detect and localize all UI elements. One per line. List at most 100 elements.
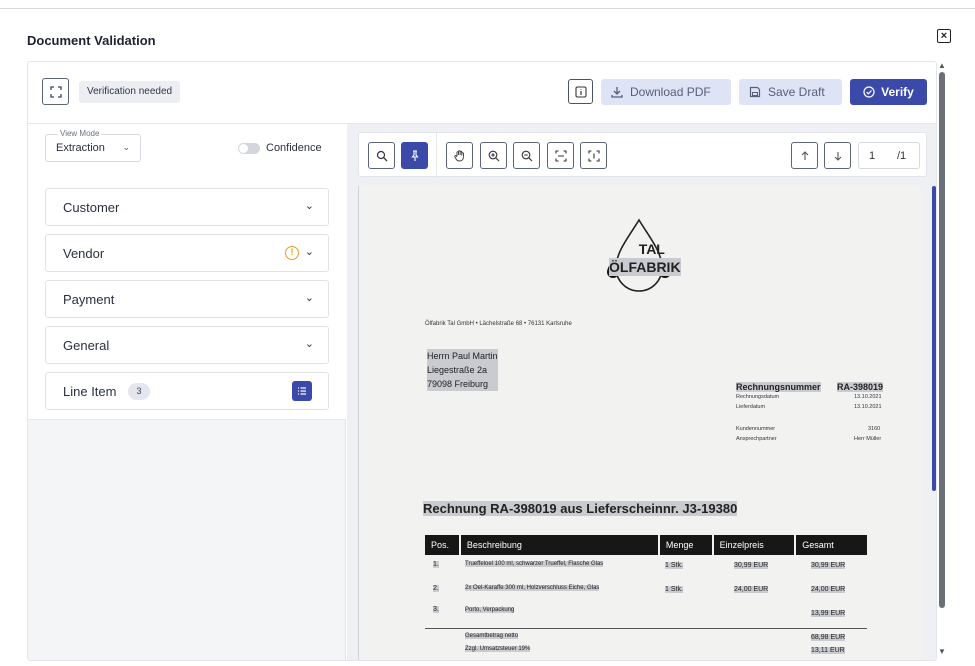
warning-icon: ! bbox=[285, 246, 299, 260]
arrow-down-icon bbox=[834, 151, 841, 161]
sender-line: Ölfabrik Tal GmbH • Lächelstraße 68 • 76… bbox=[425, 321, 572, 327]
scroll-up-icon[interactable]: ▲ bbox=[938, 61, 946, 70]
view-mode-select[interactable]: View Mode Extraction ⌄ bbox=[45, 129, 141, 162]
view-mode-value: Extraction bbox=[56, 142, 105, 154]
row-description: Trueffeloel 100 ml, schwarzer Trueffel, … bbox=[465, 561, 604, 567]
total-pages: /1 bbox=[897, 150, 907, 162]
zoom-in-button[interactable] bbox=[480, 142, 507, 169]
logo-line-2: ÖLFABRIK bbox=[609, 258, 681, 276]
pin-icon bbox=[410, 149, 419, 161]
download-icon bbox=[611, 87, 623, 98]
close-button[interactable]: × bbox=[937, 29, 951, 43]
section-vendor[interactable]: Vendor ! ⌄ bbox=[45, 234, 329, 272]
viewer-toolbar: 1 /1 bbox=[358, 132, 927, 178]
chevron-down-icon: ⌄ bbox=[304, 246, 314, 258]
fit-page-icon bbox=[587, 149, 600, 162]
logo-line-1: TAL bbox=[638, 241, 665, 257]
list-icon bbox=[298, 387, 306, 395]
view-mode-label: View Mode bbox=[58, 129, 102, 138]
confidence-toggle[interactable] bbox=[238, 143, 260, 154]
row-description: Porto, Verpackung bbox=[465, 607, 515, 613]
zoom-in-icon bbox=[488, 150, 499, 161]
section-general[interactable]: General ⌄ bbox=[45, 326, 329, 364]
current-page: 1 bbox=[869, 150, 876, 162]
row-unit-price: 30,99 EUR bbox=[734, 562, 769, 569]
recipient-line: Herrn Paul Martin bbox=[427, 349, 498, 363]
sidebar-content: View Mode Extraction ⌄ Confidence Custom… bbox=[28, 124, 346, 420]
toolbar-separator bbox=[436, 133, 437, 178]
fit-page-button[interactable] bbox=[580, 142, 607, 169]
contact-label: Ansprechpartner bbox=[736, 436, 777, 442]
customer-number-label: Kundennummer bbox=[736, 426, 776, 432]
next-page-button[interactable] bbox=[824, 142, 851, 169]
row-position: 3. bbox=[433, 606, 439, 613]
column-header: Menge bbox=[659, 535, 712, 555]
invoice-date-value: 13.10.2021 bbox=[854, 394, 882, 400]
expand-button[interactable] bbox=[42, 78, 69, 105]
row-total: 24,00 EUR bbox=[811, 586, 846, 593]
dialog-scrollbar[interactable] bbox=[939, 72, 945, 608]
chevron-down-icon: ⌄ bbox=[304, 338, 314, 350]
invoice-date-label: Rechnungsdatum bbox=[736, 394, 780, 400]
section-title: Customer bbox=[63, 200, 120, 215]
hand-icon bbox=[454, 150, 464, 162]
pin-button[interactable] bbox=[401, 142, 428, 169]
save-icon bbox=[749, 86, 761, 98]
column-header: Beschreibung bbox=[460, 535, 658, 555]
save-draft-button[interactable]: Save Draft bbox=[739, 79, 842, 105]
validation-panel: Verification needed Download PDF Save Dr… bbox=[27, 61, 937, 661]
download-pdf-label: Download PDF bbox=[630, 85, 711, 99]
recipient-line: 79098 Freiburg bbox=[427, 377, 498, 391]
zoom-out-icon bbox=[521, 150, 532, 161]
arrow-up-icon bbox=[801, 150, 808, 160]
document-canvas[interactable]: TAL ÖLFABRIK Ölfabrik Tal GmbH • Lächels… bbox=[358, 186, 921, 660]
vat-label: Zzgl. Umsatzsteuer 19% bbox=[465, 646, 531, 652]
invoice-number-value: RA-398019 bbox=[837, 382, 884, 392]
list-view-button[interactable] bbox=[292, 381, 312, 401]
chevron-down-icon: ⌄ bbox=[304, 292, 314, 304]
row-quantity: 1 Stk. bbox=[665, 586, 683, 593]
row-quantity: 1 Stk. bbox=[665, 562, 683, 569]
column-header: Gesamt bbox=[796, 535, 867, 555]
logo-wordmark: TAL ÖLFABRIK bbox=[609, 240, 681, 276]
status-badge: Verification needed bbox=[79, 81, 181, 103]
confidence-label: Confidence bbox=[266, 142, 322, 154]
previous-page-button[interactable] bbox=[791, 142, 818, 169]
section-title: Payment bbox=[63, 292, 115, 307]
page-number-input[interactable]: 1 /1 bbox=[858, 142, 920, 169]
invoice-title: Rechnung RA-398019 aus Lieferscheinnr. J… bbox=[423, 501, 738, 516]
chevron-down-icon: ⌄ bbox=[122, 142, 130, 152]
chevron-down-icon: ⌄ bbox=[304, 200, 314, 212]
invoice-table-header: Pos. Beschreibung Menge Einzelpreis Gesa… bbox=[425, 535, 867, 555]
window-top-divider bbox=[0, 8, 975, 9]
net-total-label: Gesamtbetrag netto bbox=[465, 633, 519, 639]
close-icon: × bbox=[940, 29, 948, 42]
line-item-count-badge: 3 bbox=[128, 383, 150, 400]
check-circle-icon bbox=[863, 86, 875, 98]
pan-button[interactable] bbox=[446, 142, 473, 169]
fit-width-button[interactable] bbox=[547, 142, 574, 169]
row-position: 2. bbox=[433, 585, 439, 592]
scroll-down-icon[interactable]: ▼ bbox=[938, 647, 946, 656]
row-position: 1. bbox=[433, 561, 439, 568]
section-customer[interactable]: Customer ⌄ bbox=[45, 188, 329, 226]
section-title: Vendor bbox=[63, 246, 105, 261]
top-toolbar: Verification needed Download PDF Save Dr… bbox=[28, 62, 936, 124]
dialog-title: Document Validation bbox=[27, 33, 156, 48]
verify-button[interactable]: Verify bbox=[850, 79, 927, 105]
section-line-item[interactable]: Line Item 3 bbox=[45, 372, 329, 410]
section-payment[interactable]: Payment ⌄ bbox=[45, 280, 329, 318]
vat-value: 13,11 EUR bbox=[811, 647, 845, 654]
delivery-date-value: 13.10.2021 bbox=[854, 404, 882, 410]
net-total-value: 68,98 EUR bbox=[811, 634, 846, 641]
recipient-line: Liegestraße 2a bbox=[427, 363, 498, 377]
info-button[interactable] bbox=[568, 79, 593, 104]
download-pdf-button[interactable]: Download PDF bbox=[601, 79, 731, 105]
viewer-scrollbar[interactable] bbox=[932, 186, 936, 491]
field-sidebar: View Mode Extraction ⌄ Confidence Custom… bbox=[28, 124, 346, 660]
recipient-address: Herrn Paul Martin Liegestraße 2a 79098 F… bbox=[427, 349, 498, 391]
zoom-out-button[interactable] bbox=[513, 142, 540, 169]
search-button[interactable] bbox=[368, 142, 395, 169]
invoice-page: TAL ÖLFABRIK Ölfabrik Tal GmbH • Lächels… bbox=[359, 186, 921, 660]
invoice-number-label: Rechnungsnummer bbox=[736, 382, 821, 392]
